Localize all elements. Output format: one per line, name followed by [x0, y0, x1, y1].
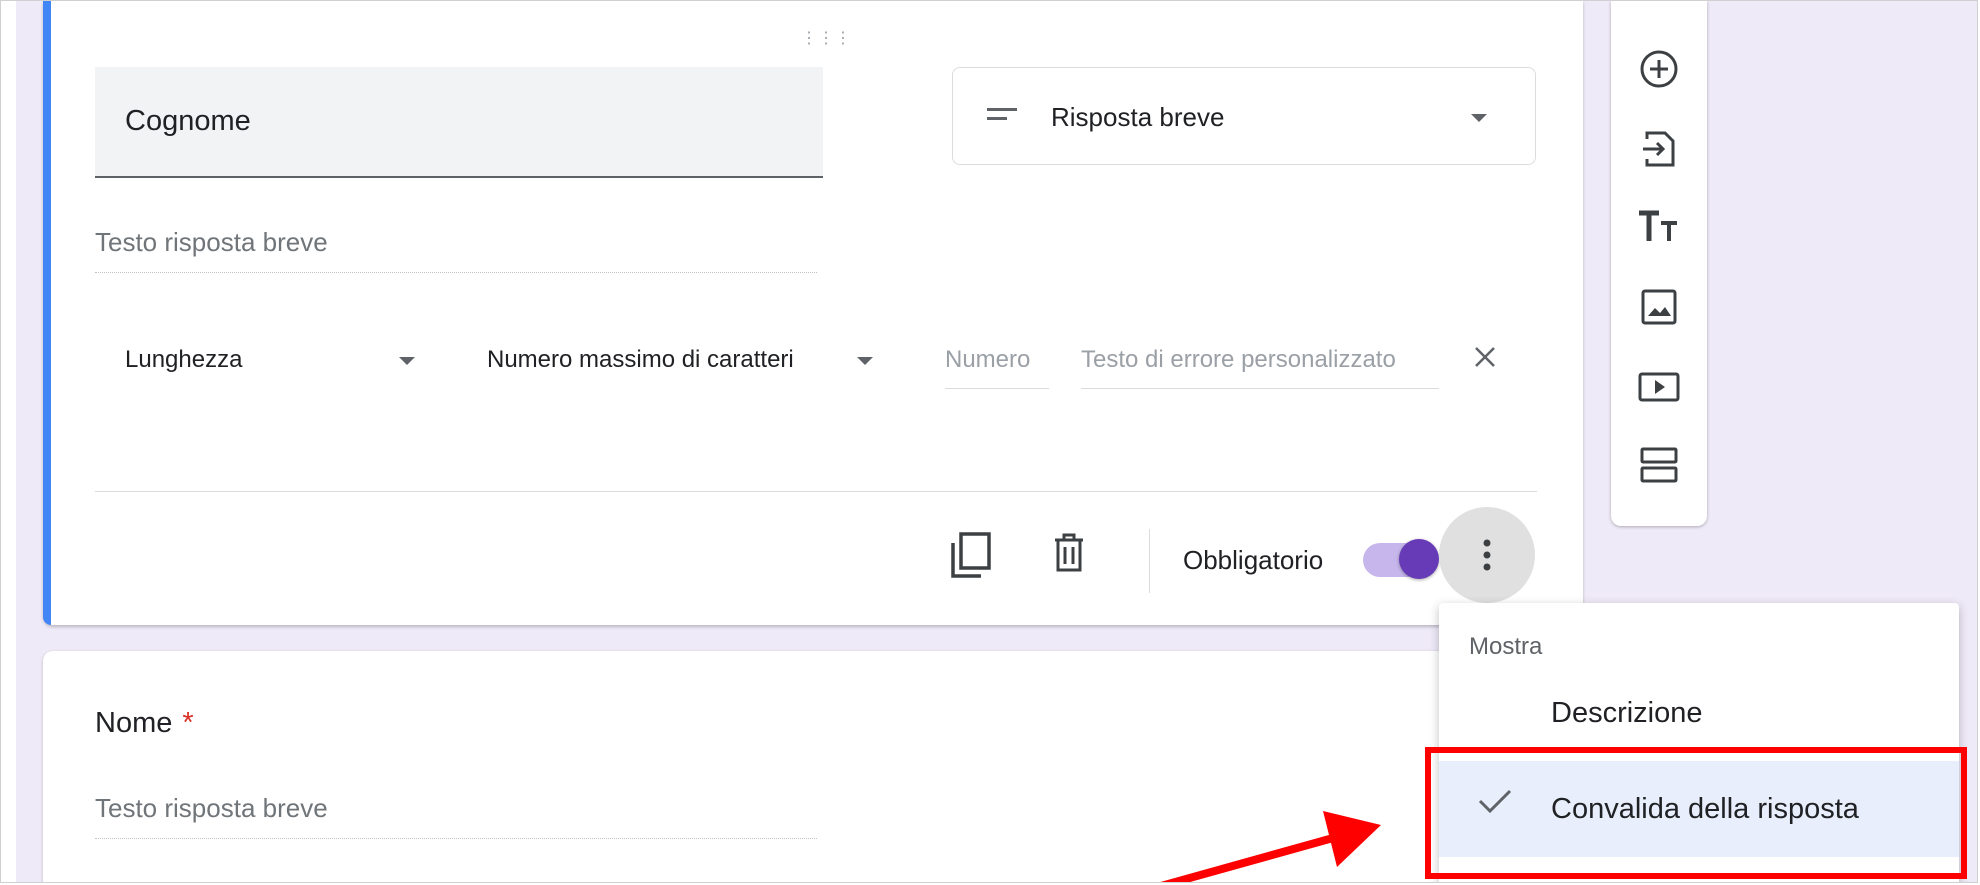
annotation-arrow [1160, 811, 1381, 882]
screenshot-frame: ⋮⋮⋮ Cognome Risposta breve Testo rispost… [0, 0, 1978, 883]
